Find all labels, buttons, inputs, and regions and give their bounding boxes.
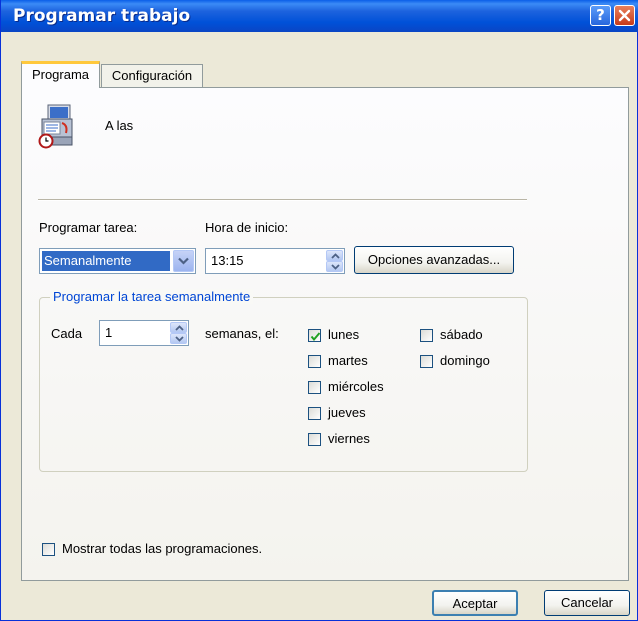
cancel-button[interactable]: Cancelar (544, 590, 630, 616)
ok-button[interactable]: Aceptar (432, 590, 518, 616)
arrow-down-icon (175, 336, 184, 342)
close-icon (618, 9, 631, 22)
day-label-jueves: jueves (328, 405, 366, 420)
day-label-martes: martes (328, 353, 368, 368)
weekly-group-title: Programar la tarea semanalmente (50, 289, 254, 304)
day-label-domingo: domingo (440, 353, 490, 368)
arrow-down-icon (331, 264, 340, 270)
weeks-interval-spinner (170, 322, 187, 344)
dialog-window: Programar trabajo ? Programa Configuraci… (0, 0, 638, 621)
weeks-interval-value: 1 (105, 325, 113, 340)
help-button[interactable]: ? (590, 5, 611, 26)
weeks-interval-field[interactable]: 1 (99, 320, 189, 346)
arrow-up-icon (175, 325, 184, 331)
window-title: Programar trabajo (13, 6, 191, 26)
dropdown-button[interactable] (173, 250, 194, 272)
checkbox-box[interactable] (308, 433, 321, 446)
start-time-label: Hora de inicio: (205, 220, 289, 235)
separator (38, 199, 527, 201)
checkbox-box[interactable] (420, 355, 433, 368)
tab-programa[interactable]: Programa (21, 61, 100, 88)
weeks-interval-up-button[interactable] (170, 322, 187, 333)
schedule-summary-text: A las (105, 118, 134, 133)
close-button[interactable] (614, 5, 635, 26)
start-time-up-button[interactable] (326, 250, 343, 261)
checkbox-box[interactable] (308, 355, 321, 368)
tab-programa-label: Programa (31, 67, 90, 82)
day-label-miercoles: miércoles (328, 379, 384, 394)
weeks-interval-down-button[interactable] (170, 333, 187, 344)
checkbox-box[interactable] (420, 329, 433, 342)
tab-configuracion[interactable]: Configuración (101, 64, 203, 88)
advanced-options-button[interactable]: Opciones avanzadas... (354, 246, 514, 274)
day-label-viernes: viernes (328, 431, 370, 446)
arrow-up-icon (331, 253, 340, 259)
checkbox-box[interactable] (42, 543, 55, 556)
schedule-task-value: Semanalmente (42, 251, 170, 271)
start-time-field[interactable]: 13:15 (205, 248, 345, 274)
weeks-label: semanas, el: (205, 326, 279, 341)
title-bar[interactable]: Programar trabajo ? (1, 0, 638, 32)
checkbox-box[interactable] (308, 329, 321, 342)
checkbox-box[interactable] (308, 407, 321, 420)
scheduled-task-icon (38, 104, 73, 149)
start-time-down-button[interactable] (326, 261, 343, 272)
schedule-task-select[interactable]: Semanalmente (39, 248, 196, 274)
day-label-sabado: sábado (440, 327, 483, 342)
show-all-label: Mostrar todas las programaciones. (62, 541, 263, 556)
day-label-lunes: lunes (328, 327, 360, 342)
every-label: Cada (51, 326, 83, 341)
checkmark-icon (310, 332, 321, 342)
tab-configuracion-label: Configuración (111, 68, 193, 83)
start-time-spinner (326, 250, 343, 272)
checkbox-box[interactable] (308, 381, 321, 394)
start-time-value: 13:15 (211, 253, 244, 268)
schedule-task-label: Programar tarea: (39, 220, 138, 235)
help-icon: ? (596, 6, 605, 24)
chevron-down-icon (178, 257, 189, 265)
